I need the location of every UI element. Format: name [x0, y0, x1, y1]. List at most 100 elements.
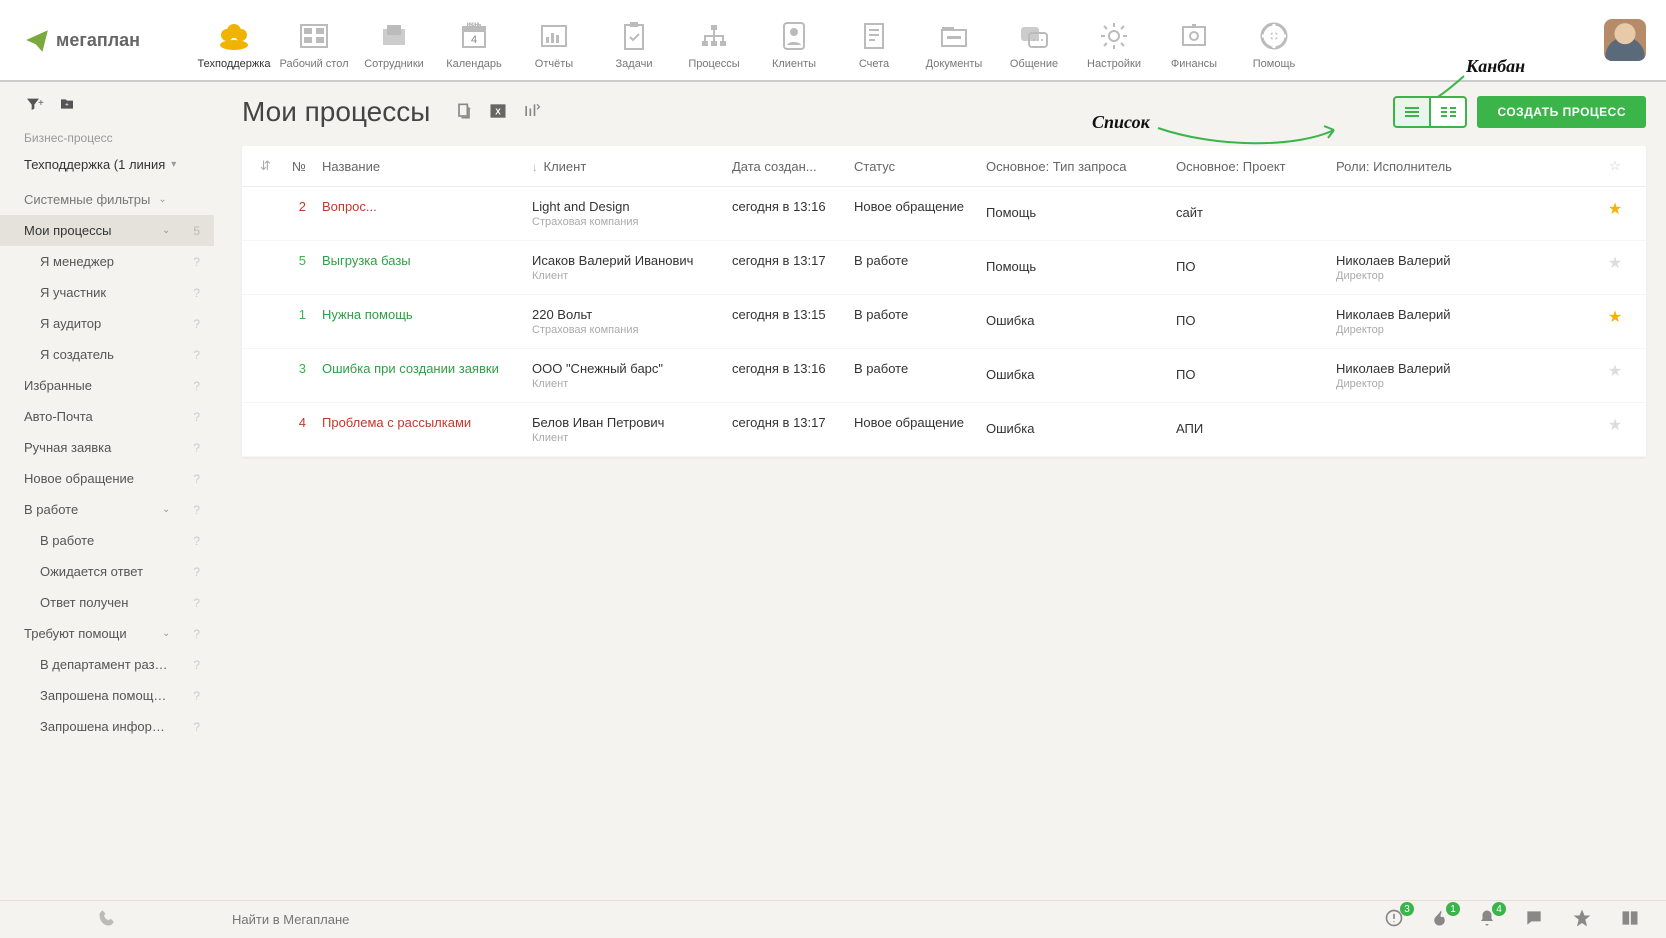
nav-item-2[interactable]: Сотрудники — [354, 10, 434, 70]
table-row[interactable]: 1Нужна помощь220 ВольтСтраховая компания… — [242, 295, 1646, 349]
nav-icon: 4июнь — [459, 20, 489, 52]
nav-item-8[interactable]: Счета — [834, 10, 914, 70]
sidebar-item[interactable]: В департамент разра...? — [0, 649, 214, 680]
th-role[interactable]: Роли: Исполнитель — [1336, 159, 1602, 174]
sidebar-item[interactable]: Я менеджер? — [0, 246, 214, 277]
kanban-icon — [1439, 105, 1457, 119]
nav-icon — [1019, 20, 1049, 52]
filter-icon[interactable]: + — [24, 96, 48, 115]
export-excel-icon[interactable]: X — [488, 101, 508, 124]
sidebar-item[interactable]: Я создатель? — [0, 339, 214, 370]
nav-item-12[interactable]: Финансы — [1154, 10, 1234, 70]
nav-item-3[interactable]: 4июньКалендарь — [434, 10, 514, 70]
nav-item-6[interactable]: Процессы — [674, 10, 754, 70]
table-row[interactable]: 4Проблема с рассылкамиБелов Иван Петрови… — [242, 403, 1646, 457]
th-date[interactable]: Дата создан... — [732, 159, 854, 174]
sidebar-bp-select[interactable]: Техподдержка (1 линия ▾ — [0, 151, 214, 184]
nav-item-13[interactable]: Помощь — [1234, 10, 1314, 70]
phone-icon[interactable] — [98, 909, 116, 930]
sidebar-item[interactable]: Новое обращение? — [0, 463, 214, 494]
nav-icon — [1180, 20, 1208, 52]
sidebar-sys-filters[interactable]: Системные фильтры ⌄ — [0, 184, 214, 215]
chevron-down-icon: ⌄ — [158, 194, 166, 205]
sidebar-item[interactable]: Ответ получен? — [0, 587, 214, 618]
book-icon[interactable] — [1620, 908, 1640, 931]
star-icon[interactable]: ☆ — [1609, 158, 1621, 173]
th-project[interactable]: Основное: Проект — [1176, 159, 1336, 174]
alerts-icon[interactable]: 3 — [1384, 908, 1404, 931]
columns-icon[interactable] — [522, 101, 542, 124]
nav-item-5[interactable]: Задачи — [594, 10, 674, 70]
star-toggle[interactable]: ★ — [1602, 199, 1628, 219]
list-icon — [1403, 105, 1421, 119]
star-toggle[interactable]: ★ — [1602, 361, 1628, 381]
sort-columns-icon[interactable]: ⇵ — [260, 158, 271, 173]
nav-item-0[interactable]: Техподдержка — [194, 10, 274, 70]
brand-text: мегаплан — [56, 30, 140, 51]
sidebar-item[interactable]: Ручная заявка? — [0, 432, 214, 463]
th-name[interactable]: Название — [322, 159, 532, 174]
nav-icon — [539, 20, 569, 52]
process-name[interactable]: Проблема с рассылками — [322, 415, 532, 430]
sidebar-item[interactable]: Запрошена информа...? — [0, 711, 214, 742]
nav-item-1[interactable]: Рабочий стол — [274, 10, 354, 70]
create-process-button[interactable]: СОЗДАТЬ ПРОЦЕСС — [1477, 96, 1646, 128]
sidebar-item[interactable]: Ожидается ответ? — [0, 556, 214, 587]
copy-icon[interactable]: + — [454, 101, 474, 124]
view-kanban-button[interactable] — [1429, 96, 1467, 128]
sidebar-item[interactable]: Требуют помощи⌄? — [0, 618, 214, 649]
nav-label: Общение — [1010, 58, 1058, 70]
sidebar-item[interactable]: Избранные? — [0, 370, 214, 401]
nav-item-7[interactable]: Клиенты — [754, 10, 834, 70]
th-status[interactable]: Статус — [854, 159, 986, 174]
sort-down-icon: ↓ — [532, 162, 538, 174]
sidebar-item[interactable]: Я участник? — [0, 277, 214, 308]
table-row[interactable]: 5Выгрузка базыИсаков Валерий ИвановичКли… — [242, 241, 1646, 295]
chat-icon[interactable] — [1524, 908, 1544, 931]
nav-icon — [699, 20, 729, 52]
sidebar-item[interactable]: Запрошена помощь ...? — [0, 680, 214, 711]
process-name[interactable]: Ошибка при создании заявки — [322, 361, 532, 376]
fire-icon[interactable]: 1 — [1432, 908, 1450, 931]
nav-label: Техподдержка — [198, 58, 271, 70]
sidebar-item[interactable]: Я аудитор? — [0, 308, 214, 339]
nav-item-9[interactable]: Документы — [914, 10, 994, 70]
user-avatar[interactable] — [1604, 19, 1646, 61]
nav-item-4[interactable]: Отчёты — [514, 10, 594, 70]
star-icon[interactable] — [1572, 908, 1592, 931]
star-toggle[interactable]: ★ — [1602, 253, 1628, 273]
chevron-down-icon: ⌄ — [162, 504, 170, 515]
star-toggle[interactable]: ★ — [1602, 307, 1628, 327]
nav-label: Процессы — [688, 58, 739, 70]
nav-label: Рабочий стол — [279, 58, 348, 70]
nav-item-11[interactable]: Настройки — [1074, 10, 1154, 70]
process-table: ⇵ № Название ↓Клиент Дата создан... Стат… — [242, 146, 1646, 457]
th-type[interactable]: Основное: Тип запроса — [986, 159, 1176, 174]
bell-icon[interactable]: 4 — [1478, 908, 1496, 931]
nav-item-10[interactable]: Общение — [994, 10, 1074, 70]
process-name[interactable]: Выгрузка базы — [322, 253, 532, 268]
add-folder-icon[interactable]: + — [58, 96, 76, 115]
nav-label: Счета — [859, 58, 889, 70]
sidebar: + + Бизнес-процесс Техподдержка (1 линия… — [0, 82, 214, 900]
nav-icon — [217, 20, 251, 52]
global-search-input[interactable] — [232, 912, 1340, 927]
process-name[interactable]: Нужна помощь — [322, 307, 532, 322]
table-row[interactable]: 3Ошибка при создании заявкиООО "Снежный … — [242, 349, 1646, 403]
chevron-down-icon: ▾ — [171, 159, 176, 170]
brand-logo[interactable]: мегаплан — [24, 27, 194, 53]
process-name[interactable]: Вопрос... — [322, 199, 532, 214]
sidebar-item[interactable]: В работе⌄? — [0, 494, 214, 525]
star-toggle[interactable]: ★ — [1602, 415, 1628, 435]
sidebar-item[interactable]: Авто-Почта? — [0, 401, 214, 432]
th-no[interactable]: № — [286, 159, 322, 174]
annotation-kanban: Канбан — [1466, 56, 1525, 77]
th-client[interactable]: ↓Клиент — [532, 159, 732, 174]
svg-text:июнь: июнь — [467, 22, 481, 28]
page-title: Мои процессы — [242, 96, 430, 128]
view-toggle — [1393, 96, 1467, 128]
table-row[interactable]: 2Вопрос...Light and DesignСтраховая комп… — [242, 187, 1646, 241]
sidebar-item[interactable]: В работе? — [0, 525, 214, 556]
view-list-button[interactable] — [1393, 96, 1431, 128]
sidebar-item[interactable]: Мои процессы⌄5 — [0, 215, 214, 246]
